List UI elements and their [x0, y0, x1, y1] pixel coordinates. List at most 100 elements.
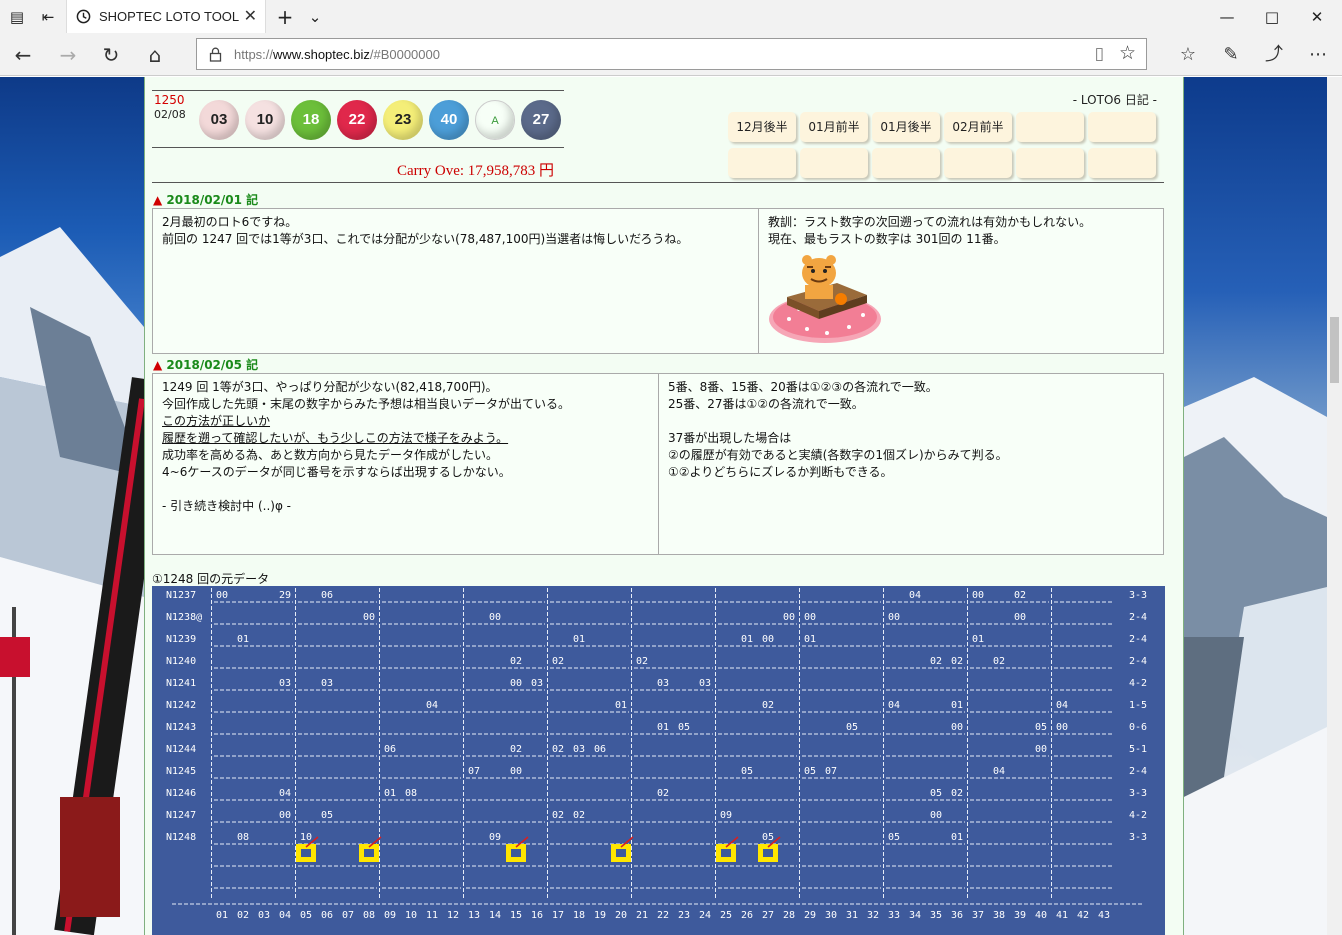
column-number: 11 [426, 910, 438, 921]
row-label: N1245 [166, 766, 196, 777]
carry-over: Carry Ove: 17,958,783 円 [397, 163, 555, 179]
forward-arrow-icon[interactable]: → [54, 42, 82, 68]
reading-view-icon[interactable]: ▯ [1095, 44, 1104, 64]
column-number: 38 [993, 910, 1005, 921]
column-number: 19 [594, 910, 606, 921]
tab-actions-icon[interactable]: ▤ [5, 6, 29, 28]
scrollbar-thumb[interactable] [1330, 317, 1339, 383]
grid-value: 01 [972, 634, 984, 645]
column-number: 05 [300, 910, 312, 921]
month-button[interactable]: 02月前半 [944, 112, 1012, 142]
month-button[interactable] [1088, 148, 1156, 178]
grid-value: 04 [1056, 700, 1068, 711]
scrollbar[interactable] [1327, 77, 1342, 935]
address-bar[interactable]: https://www.shoptec.biz/#B0000000 ▯ ☆ [196, 38, 1147, 70]
row-label: N1243 [166, 722, 196, 733]
grid-value: 01 [657, 722, 669, 733]
row-label: N1240 [166, 656, 196, 667]
column-number: 32 [867, 910, 879, 921]
grid-value: 05 [321, 810, 333, 821]
column-number: 12 [447, 910, 459, 921]
column-number: 09 [384, 910, 396, 921]
grid-value: 09 [720, 810, 732, 821]
month-button[interactable] [800, 148, 868, 178]
highlight-marker-inner [364, 849, 374, 857]
month-button[interactable]: 12月後半 [728, 112, 796, 142]
row-score: 3-3 [1129, 832, 1147, 843]
grid-value: 08 [237, 832, 249, 843]
column-number: 21 [636, 910, 648, 921]
ski-scene-image [0, 227, 144, 935]
grid-value: 04 [909, 590, 921, 601]
row-label: N1241 [166, 678, 196, 689]
grid-value: 03 [573, 744, 585, 755]
highlight-marker-inner [721, 849, 731, 857]
maximize-icon[interactable]: □ [1260, 6, 1284, 28]
row-label: N1246 [166, 788, 196, 799]
grid-value: 02 [636, 656, 648, 667]
column-number: 02 [237, 910, 249, 921]
grid-value: 06 [384, 744, 396, 755]
grid-value: 00 [951, 722, 963, 733]
column-number: 42 [1077, 910, 1089, 921]
highlight-marker-inner [511, 849, 521, 857]
month-button[interactable] [944, 148, 1012, 178]
grid-value: 00 [783, 612, 795, 623]
result-ball: 18 [291, 100, 331, 140]
column-number: 17 [552, 910, 564, 921]
favorite-star-icon[interactable]: ☆ [1119, 42, 1136, 64]
column-number: 04 [279, 910, 291, 921]
favorites-icon[interactable]: ☆ [1174, 42, 1202, 68]
close-tab-icon[interactable]: ✕ [244, 6, 257, 25]
column-number: 20 [615, 910, 627, 921]
grid-value: 00 [888, 612, 900, 623]
row-score: 2-4 [1129, 634, 1147, 645]
grid-value: 03 [531, 678, 543, 689]
new-tab-icon[interactable]: + [273, 6, 297, 28]
result-ball: 03 [199, 100, 239, 140]
grid-value: 06 [594, 744, 606, 755]
grid-value: 10 [300, 832, 312, 843]
set-aside-tabs-icon[interactable]: ⇤ [36, 6, 60, 28]
grid-value: 05 [1035, 722, 1047, 733]
grid-value: 02 [510, 656, 522, 667]
draw-date: 02/08 [154, 108, 186, 121]
grid-value: 02 [657, 788, 669, 799]
browser-tab[interactable]: SHOPTEC LOTO TOOL ✕ [66, 0, 266, 33]
month-button[interactable] [872, 148, 940, 178]
pen-icon[interactable]: ✎ [1217, 42, 1245, 68]
entry-date: ▲ 2018/02/05 記 [153, 358, 259, 372]
grid-value: 07 [468, 766, 480, 777]
tab-list-chevron-icon[interactable]: ⌄ [303, 6, 327, 28]
result-ball: A [475, 100, 515, 140]
grid-value: 07 [825, 766, 837, 777]
column-number: 06 [321, 910, 333, 921]
result-ball: 23 [383, 100, 423, 140]
row-label: N1239 [166, 634, 196, 645]
grid-value: 01 [951, 700, 963, 711]
share-icon[interactable]: ⤴ [1260, 42, 1288, 68]
navigation-bar: ← → ↻ ⌂ https://www.shoptec.biz/#B000000… [0, 33, 1342, 76]
month-button[interactable]: 01月後半 [872, 112, 940, 142]
grid-value: 00 [510, 678, 522, 689]
month-button[interactable] [1088, 112, 1156, 142]
column-number: 15 [510, 910, 522, 921]
back-arrow-icon[interactable]: ← [9, 42, 37, 68]
month-button[interactable] [1016, 112, 1084, 142]
month-button[interactable]: 01月前半 [800, 112, 868, 142]
more-icon[interactable]: ⋯ [1304, 42, 1332, 68]
home-icon[interactable]: ⌂ [141, 42, 169, 68]
grid-value: 04 [426, 700, 438, 711]
month-button[interactable] [728, 148, 796, 178]
row-score: 4-2 [1129, 810, 1147, 821]
column-number: 26 [741, 910, 753, 921]
column-number: 41 [1056, 910, 1068, 921]
grid-value: 00 [279, 810, 291, 821]
row-score: 4-2 [1129, 678, 1147, 689]
close-window-icon[interactable]: ✕ [1305, 6, 1329, 28]
column-number: 28 [783, 910, 795, 921]
refresh-icon[interactable]: ↻ [97, 42, 125, 68]
grid-value: 02 [573, 810, 585, 821]
month-button[interactable] [1016, 148, 1084, 178]
minimize-icon[interactable]: — [1215, 6, 1239, 28]
